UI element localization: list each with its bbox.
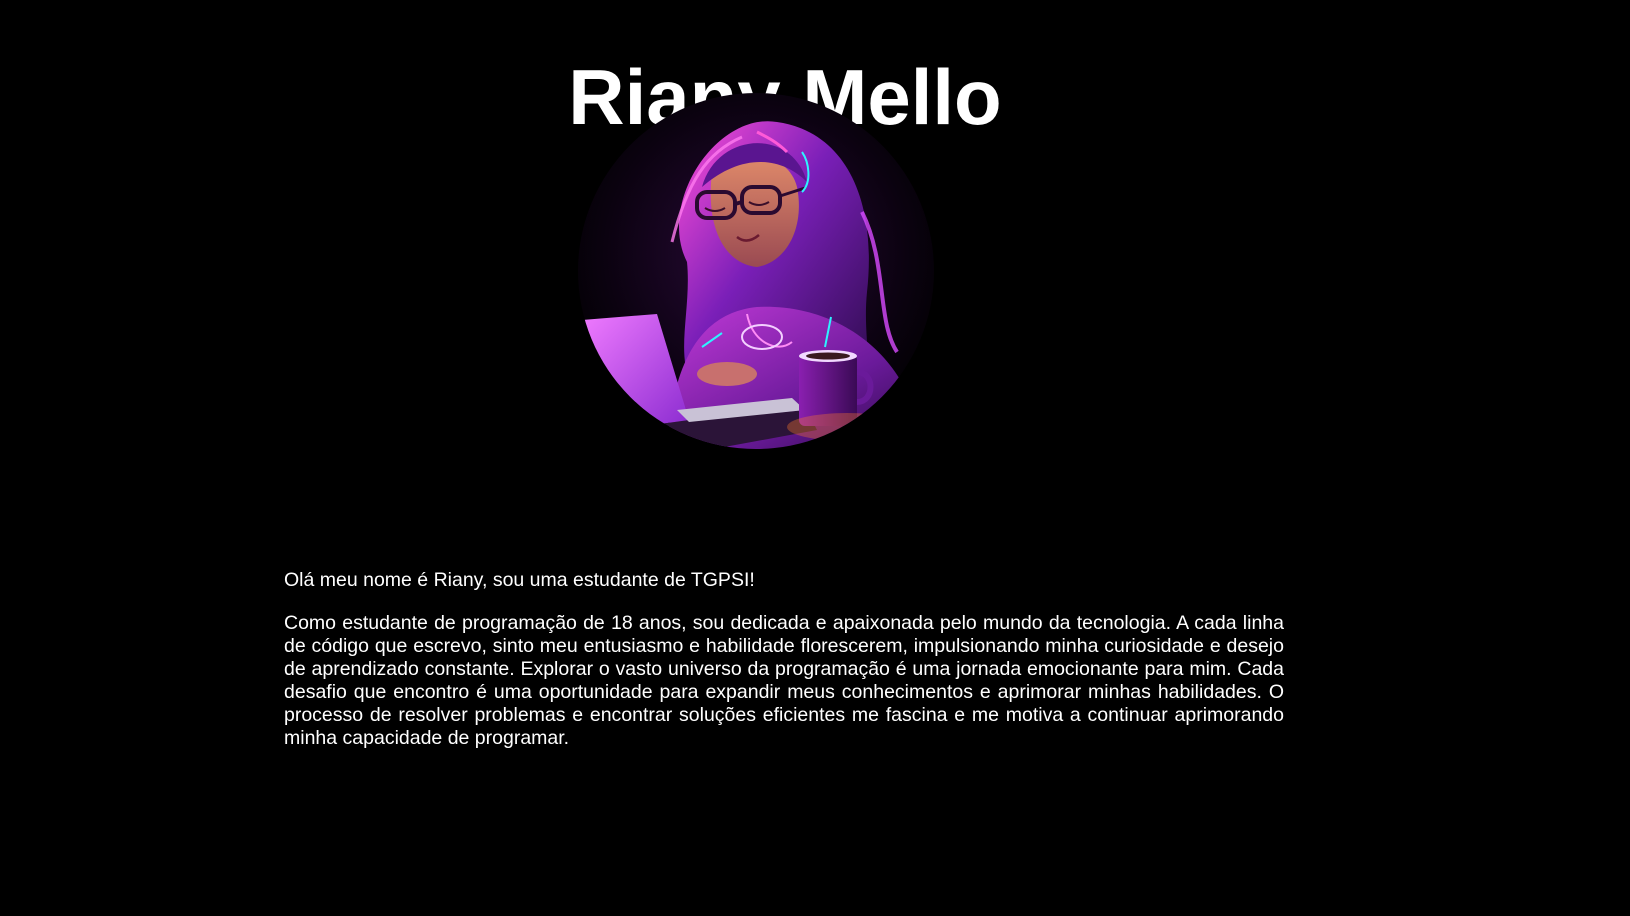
about-section: Olá meu nome é Riany, sou uma estudante …: [284, 569, 1284, 750]
bio-text: Como estudante de programação de 18 anos…: [284, 612, 1284, 749]
profile-portrait: [577, 92, 935, 450]
intro-text: Olá meu nome é Riany, sou uma estudante …: [284, 569, 755, 591]
